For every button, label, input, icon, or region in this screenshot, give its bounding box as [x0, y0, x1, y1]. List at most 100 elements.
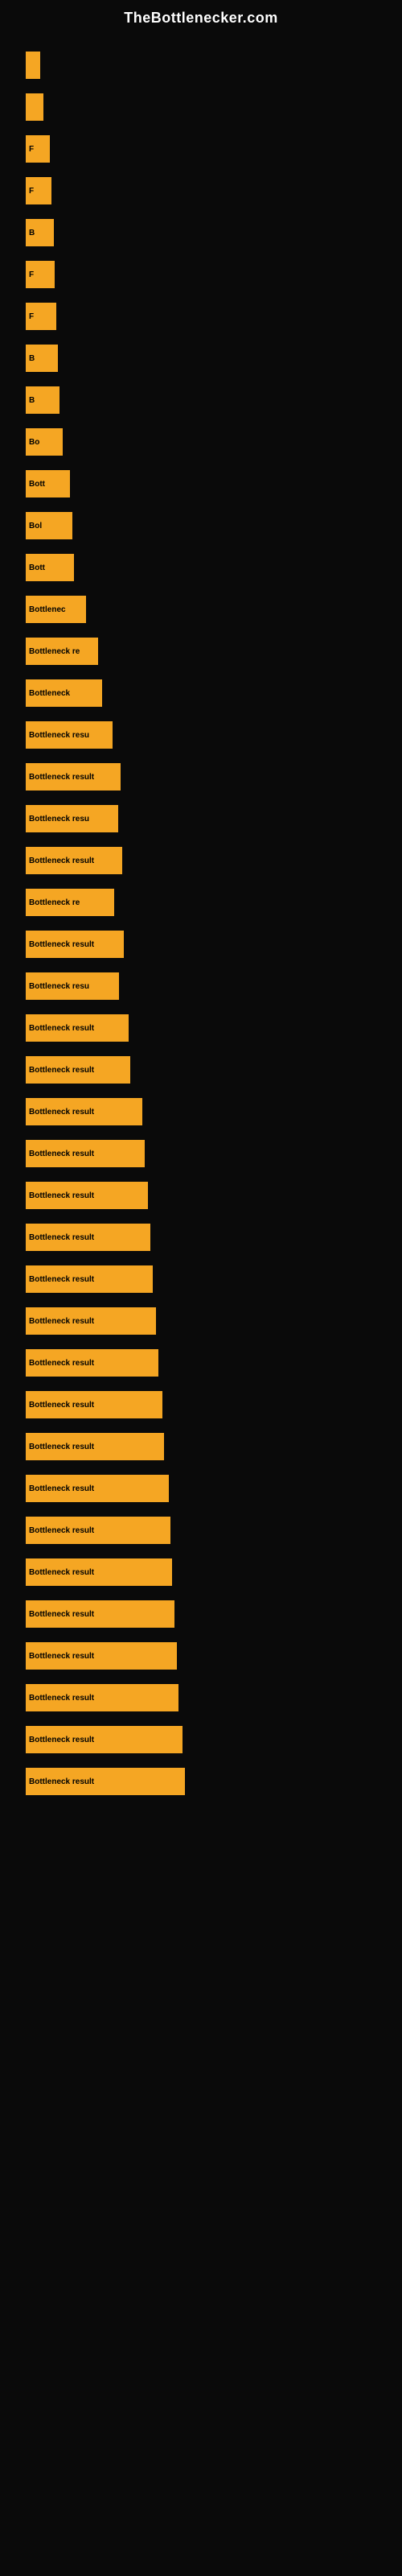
bar-14: Bottlenec	[26, 596, 86, 623]
bar-label-4: F	[29, 187, 34, 196]
bar-6: F	[26, 261, 55, 288]
bar-row: B	[24, 213, 378, 253]
bar-label-8: B	[29, 354, 35, 363]
bar-label-31: Bottleneck result	[29, 1317, 94, 1326]
bar-3: F	[26, 135, 50, 163]
bar-label-37: Bottleneck result	[29, 1568, 94, 1577]
bar-container: F F B F F B B Bo Bott Bol Bott Bottlenec Bottleneck …	[16, 41, 386, 1807]
bar-label-11: Bott	[29, 480, 45, 489]
bar-24: Bottleneck result	[26, 1014, 129, 1042]
bar-row: Bottlenec	[24, 589, 378, 630]
bar-label-12: Bol	[29, 522, 42, 530]
bar-label-14: Bottlenec	[29, 605, 66, 614]
bar-31: Bottleneck result	[26, 1307, 156, 1335]
bar-row: Bottleneck result	[24, 757, 378, 797]
bar-30: Bottleneck result	[26, 1265, 153, 1293]
bar-label-28: Bottleneck result	[29, 1191, 94, 1200]
bar-label-7: F	[29, 312, 34, 321]
site-title: TheBottlenecker.com	[0, 0, 402, 33]
bar-38: Bottleneck result	[26, 1600, 174, 1628]
bar-9: B	[26, 386, 59, 414]
bar-27: Bottleneck result	[26, 1140, 145, 1167]
bar-label-38: Bottleneck result	[29, 1610, 94, 1619]
bar-row: Bottleneck result	[24, 1510, 378, 1550]
bar-19: Bottleneck resu	[26, 805, 118, 832]
bar-12: Bol	[26, 512, 72, 539]
bar-label-36: Bottleneck result	[29, 1526, 94, 1535]
bar-row: F	[24, 171, 378, 211]
bar-label-10: Bo	[29, 438, 39, 447]
bar-label-5: B	[29, 229, 35, 237]
bar-label-39: Bottleneck result	[29, 1652, 94, 1661]
bar-label-40: Bottleneck result	[29, 1694, 94, 1703]
bar-row: Bottleneck result	[24, 1008, 378, 1048]
bar-row	[24, 45, 378, 85]
bar-row: Bottleneck resu	[24, 799, 378, 839]
bar-11: Bott	[26, 470, 70, 497]
bar-28: Bottleneck result	[26, 1182, 148, 1209]
bar-4: F	[26, 177, 51, 204]
bar-label-18: Bottleneck result	[29, 773, 94, 782]
bar-row: B	[24, 338, 378, 378]
bar-26: Bottleneck result	[26, 1098, 142, 1125]
bar-label-19: Bottleneck resu	[29, 815, 89, 824]
bar-33: Bottleneck result	[26, 1391, 162, 1418]
bar-row: Bottleneck result	[24, 840, 378, 881]
bar-row: Bott	[24, 547, 378, 588]
bar-37: Bottleneck result	[26, 1558, 172, 1586]
bar-label-35: Bottleneck result	[29, 1484, 94, 1493]
bar-25: Bottleneck result	[26, 1056, 130, 1084]
bar-22: Bottleneck result	[26, 931, 124, 958]
bar-label-29: Bottleneck result	[29, 1233, 94, 1242]
bar-label-13: Bott	[29, 564, 45, 572]
bar-row: Bottleneck result	[24, 1217, 378, 1257]
bar-42: Bottleneck result	[26, 1768, 185, 1795]
bar-row: Bottleneck result	[24, 1426, 378, 1467]
bar-label-21: Bottleneck re	[29, 898, 80, 907]
bar-1	[26, 52, 40, 79]
bar-8: B	[26, 345, 58, 372]
chart-area: F F B F F B B Bo Bott Bol Bott Bottlenec Bottleneck …	[0, 33, 402, 1815]
bar-2	[26, 93, 43, 121]
bar-row: F	[24, 296, 378, 336]
bar-18: Bottleneck result	[26, 763, 121, 791]
bar-20: Bottleneck result	[26, 847, 122, 874]
bar-row: Bottleneck result	[24, 1761, 378, 1802]
bar-row: Bottleneck resu	[24, 715, 378, 755]
bar-row: Bottleneck result	[24, 1092, 378, 1132]
bar-34: Bottleneck result	[26, 1433, 164, 1460]
bar-23: Bottleneck resu	[26, 972, 119, 1000]
bar-row	[24, 87, 378, 127]
bar-row: Bottleneck result	[24, 1175, 378, 1216]
bar-label-20: Bottleneck result	[29, 857, 94, 865]
bar-label-15: Bottleneck re	[29, 647, 80, 656]
bar-row: Bottleneck result	[24, 1719, 378, 1760]
bar-label-25: Bottleneck result	[29, 1066, 94, 1075]
bar-15: Bottleneck re	[26, 638, 98, 665]
bar-row: Bottleneck result	[24, 1552, 378, 1592]
bar-10: Bo	[26, 428, 63, 456]
bar-row: Bol	[24, 506, 378, 546]
bar-label-17: Bottleneck resu	[29, 731, 89, 740]
bar-row: B	[24, 380, 378, 420]
bar-row: Bottleneck result	[24, 1678, 378, 1718]
bar-40: Bottleneck result	[26, 1684, 178, 1711]
bar-35: Bottleneck result	[26, 1475, 169, 1502]
bar-row: F	[24, 254, 378, 295]
bar-label-41: Bottleneck result	[29, 1736, 94, 1744]
bar-row: F	[24, 129, 378, 169]
bar-row: Bottleneck result	[24, 1050, 378, 1090]
bar-row: Bottleneck result	[24, 1301, 378, 1341]
bar-row: Bottleneck result	[24, 1468, 378, 1509]
bar-label-33: Bottleneck result	[29, 1401, 94, 1410]
bar-label-27: Bottleneck result	[29, 1150, 94, 1158]
bar-label-3: F	[29, 145, 34, 154]
bar-16: Bottleneck	[26, 679, 102, 707]
bar-label-32: Bottleneck result	[29, 1359, 94, 1368]
bar-17: Bottleneck resu	[26, 721, 113, 749]
bar-label-42: Bottleneck result	[29, 1777, 94, 1786]
bar-row: Bottleneck result	[24, 1636, 378, 1676]
bar-41: Bottleneck result	[26, 1726, 183, 1753]
bar-row: Bottleneck resu	[24, 966, 378, 1006]
bar-29: Bottleneck result	[26, 1224, 150, 1251]
